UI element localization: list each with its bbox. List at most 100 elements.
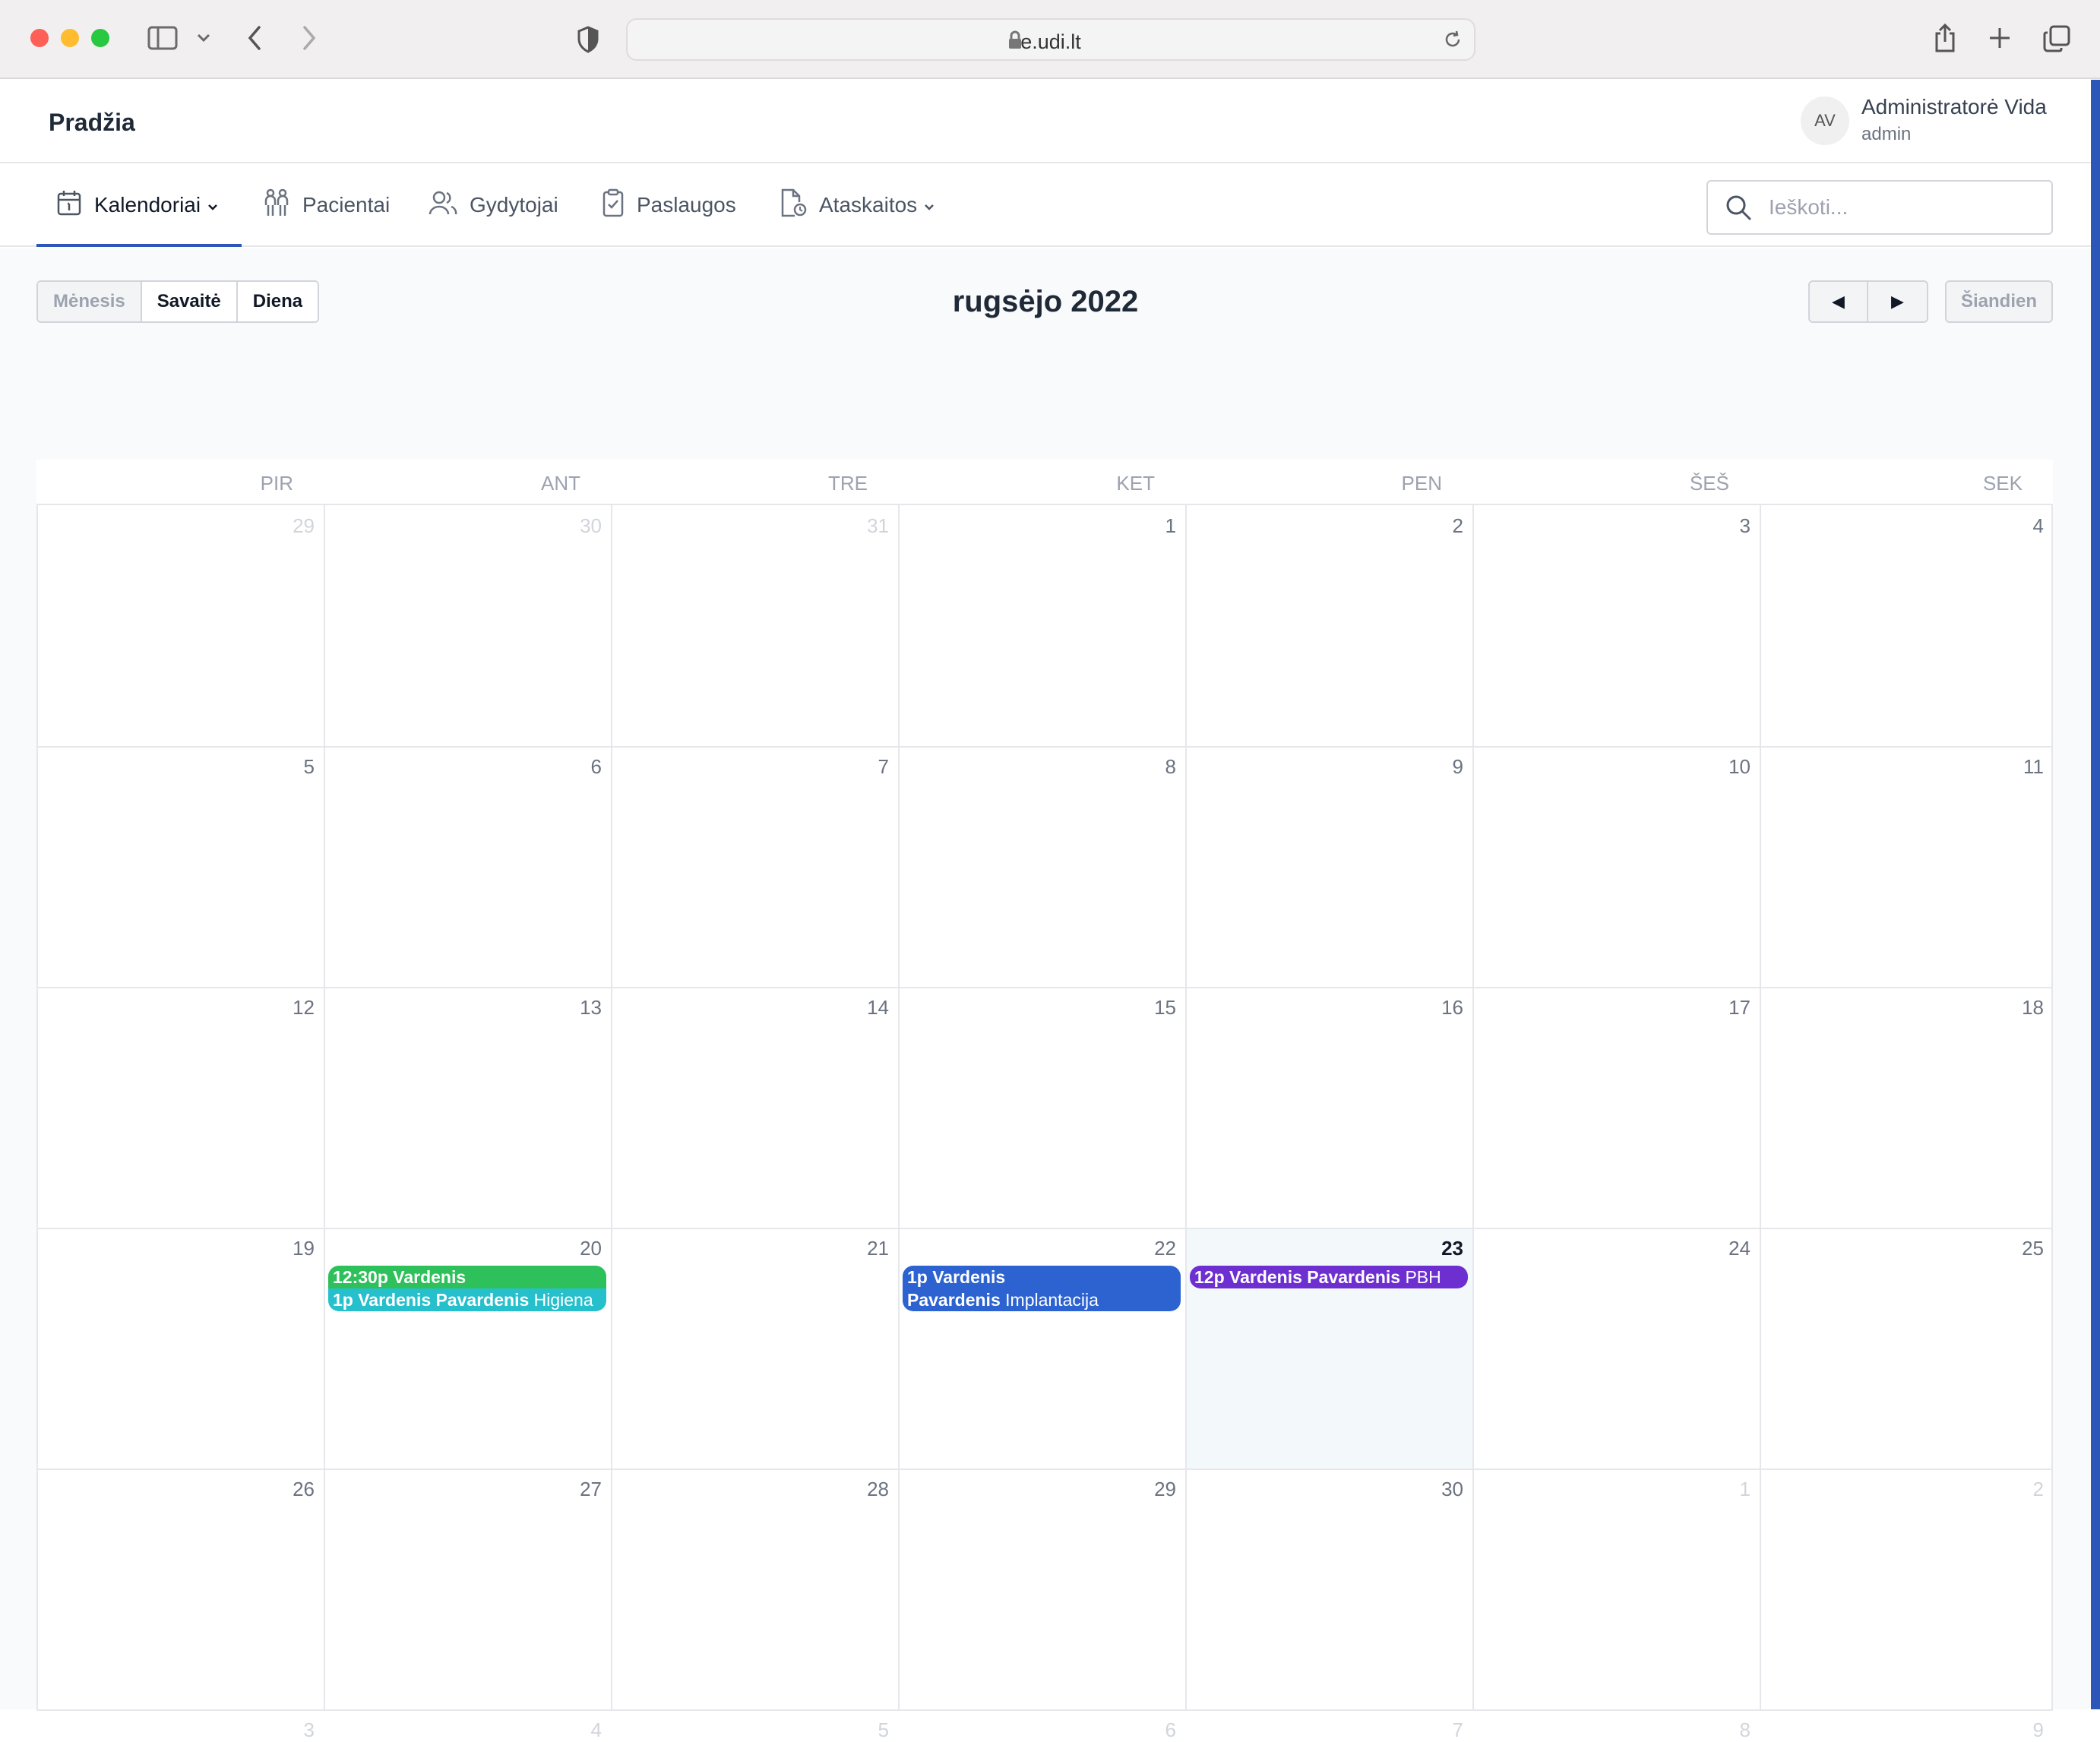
back-icon[interactable] — [242, 23, 267, 53]
day-cell-number[interactable]: 27 — [556, 1478, 602, 1501]
reload-icon[interactable] — [1442, 29, 1463, 50]
day-cell-number[interactable]: 23 — [1418, 1237, 1463, 1260]
calendar-event[interactable]: 1p Vardenis Pavardenis Higiena — [328, 1288, 606, 1311]
nav-item-doctors[interactable]: Gydytojai — [429, 163, 558, 247]
day-cell-number[interactable]: 4 — [556, 1718, 602, 1742]
event-title: Vardenis — [932, 1267, 1006, 1287]
user-name[interactable]: Administratorė Vida — [1861, 95, 2047, 119]
day-cell-number[interactable]: 25 — [1998, 1237, 2044, 1260]
day-cell-number[interactable]: 21 — [843, 1237, 889, 1260]
calendar-icon — [56, 189, 82, 222]
search-input[interactable] — [1769, 182, 2042, 233]
day-cell-number[interactable]: 26 — [269, 1478, 315, 1501]
url-text: e.udi.lt — [1020, 30, 1081, 53]
event-title-line2: Pavardenis — [907, 1290, 1001, 1310]
sidebar-toggle-icon[interactable] — [147, 24, 178, 52]
day-cell-number[interactable]: 24 — [1705, 1237, 1751, 1260]
calendar-area: Mėnesis Savaitė Diena rugsėjo 2022 ◀ ▶ Š… — [0, 248, 2091, 1741]
grid-line — [1185, 505, 1187, 1709]
day-cell-number[interactable]: 3 — [1705, 514, 1751, 538]
day-cell-number[interactable]: 17 — [1705, 996, 1751, 1020]
day-cell-number[interactable]: 11 — [1998, 755, 2044, 779]
event-title: Vardenis — [393, 1267, 466, 1287]
today-button[interactable]: Šiandien — [1945, 280, 2053, 323]
day-cell-number[interactable]: 22 — [1131, 1237, 1176, 1260]
day-cell-number[interactable]: 19 — [269, 1237, 315, 1260]
close-window-button[interactable] — [30, 29, 49, 47]
weekday-label: PIR — [260, 472, 293, 495]
day-cell-number[interactable]: 8 — [1705, 1718, 1751, 1742]
day-cell-number[interactable]: 7 — [843, 755, 889, 779]
app-window: Pradžia AV Administratorė Vida admin Kal… — [0, 80, 2091, 1741]
nav-item-patients[interactable]: Pacientai — [263, 163, 390, 247]
event-service: Implantacija — [1005, 1290, 1099, 1310]
day-cell-number[interactable]: 4 — [1998, 514, 2044, 538]
grid-line — [2051, 505, 2053, 1709]
tab-overview-icon[interactable] — [2041, 23, 2073, 55]
day-cell-number[interactable]: 9 — [1998, 1718, 2044, 1742]
event-time: 1p — [333, 1290, 353, 1310]
day-cell-number[interactable]: 29 — [269, 514, 315, 538]
day-cell-number[interactable]: 12 — [269, 996, 315, 1020]
day-cell-number[interactable]: 6 — [1131, 1718, 1176, 1742]
minimize-window-button[interactable] — [61, 29, 79, 47]
day-cell-number[interactable]: 1 — [1131, 514, 1176, 538]
nav-item-label: Gydytojai — [470, 193, 558, 217]
avatar[interactable]: AV — [1801, 96, 1849, 145]
scrollbar[interactable] — [2091, 80, 2100, 1709]
doctors-icon — [429, 190, 457, 221]
day-cell-number[interactable]: 3 — [269, 1718, 315, 1742]
privacy-shield-icon[interactable] — [574, 24, 602, 55]
day-cell-number[interactable]: 16 — [1418, 996, 1463, 1020]
calendar-event[interactable]: 1p Vardenis Pavardenis Implantacija — [903, 1266, 1181, 1311]
grid-line — [36, 1709, 2053, 1711]
grid-line — [611, 505, 612, 1709]
address-bar[interactable]: e.udi.lt — [626, 18, 1475, 61]
day-cell-number[interactable]: 30 — [556, 514, 602, 538]
calendar-event[interactable]: 12p Vardenis Pavardenis PBH — [1190, 1266, 1468, 1288]
nav-item-reports[interactable]: Ataskaitos — [780, 163, 935, 247]
day-cell-number[interactable]: 7 — [1418, 1718, 1463, 1742]
event-time: 12p — [1194, 1267, 1225, 1287]
grid-line — [898, 505, 900, 1709]
search-box[interactable] — [1706, 180, 2053, 235]
app-header: Pradžia AV Administratorė Vida admin — [0, 80, 2091, 163]
calendar-event[interactable]: 12:30p Vardenis — [328, 1266, 606, 1288]
forward-icon[interactable] — [296, 23, 322, 53]
weekday-label: ŠEŠ — [1689, 472, 1729, 495]
prev-period-button[interactable]: ◀ — [1810, 282, 1868, 321]
patients-icon — [263, 188, 290, 223]
day-cell-number[interactable]: 14 — [843, 996, 889, 1020]
day-cell-number[interactable]: 30 — [1418, 1478, 1463, 1501]
day-cell-number[interactable]: 5 — [269, 755, 315, 779]
day-cell-number[interactable]: 13 — [556, 996, 602, 1020]
share-icon[interactable] — [1930, 20, 1960, 56]
day-cell-number[interactable]: 2 — [1998, 1478, 2044, 1501]
period-nav: ◀ ▶ — [1808, 280, 1928, 323]
day-cell-number[interactable]: 8 — [1131, 755, 1176, 779]
day-cell-number[interactable]: 31 — [843, 514, 889, 538]
nav-item-services[interactable]: Paslaugos — [602, 163, 736, 247]
day-cell-number[interactable]: 5 — [843, 1718, 889, 1742]
weekday-label: PEN — [1401, 472, 1442, 495]
nav-item-label: Kalendoriai — [94, 193, 201, 217]
day-cell-number[interactable]: 20 — [556, 1237, 602, 1260]
day-cell-number[interactable]: 9 — [1418, 755, 1463, 779]
chevron-down-icon — [207, 193, 219, 217]
zoom-window-button[interactable] — [91, 29, 109, 47]
day-cell-number[interactable]: 6 — [556, 755, 602, 779]
day-cell-number[interactable]: 18 — [1998, 996, 2044, 1020]
new-tab-icon[interactable] — [1985, 23, 2015, 53]
brand-home-link[interactable]: Pradžia — [49, 109, 135, 137]
report-icon — [780, 188, 807, 223]
day-cell-number[interactable]: 15 — [1131, 996, 1176, 1020]
day-cell-number[interactable]: 1 — [1705, 1478, 1751, 1501]
day-cell-number[interactable]: 10 — [1705, 755, 1751, 779]
chevron-down-icon[interactable] — [193, 27, 214, 49]
next-period-button[interactable]: ▶ — [1868, 282, 1927, 321]
nav-item-calendars[interactable]: Kalendoriai — [56, 163, 219, 247]
day-cell-number[interactable]: 29 — [1131, 1478, 1176, 1501]
day-cell-number[interactable]: 2 — [1418, 514, 1463, 538]
day-cell-number[interactable]: 28 — [843, 1478, 889, 1501]
grid-line — [1760, 505, 1761, 1709]
